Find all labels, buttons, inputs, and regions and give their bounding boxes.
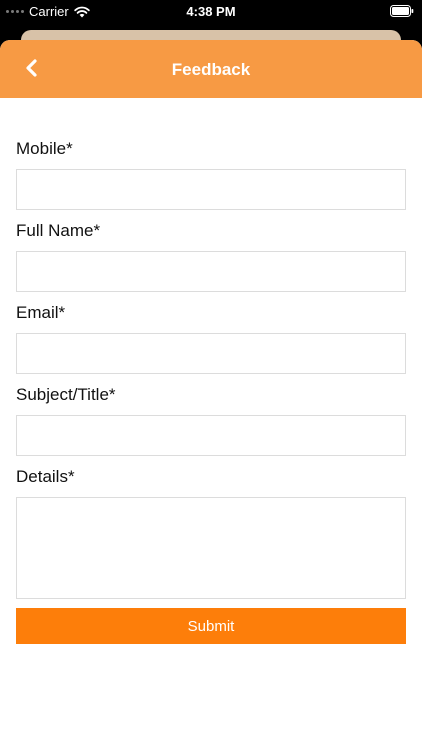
email-label: Email* [16,303,66,322]
details-field[interactable] [16,497,406,599]
feedback-sheet: Feedback Mobile* Full Name* Email* Subje… [0,40,422,750]
full-name-label: Full Name* [16,221,101,240]
details-label: Details* [16,467,75,486]
email-field[interactable] [16,333,406,374]
battery-icon [390,5,414,17]
full-name-field[interactable] [16,251,406,292]
status-bar: Carrier 4:38 PM [0,0,422,24]
navigation-bar: Feedback [0,40,422,98]
status-time: 4:38 PM [186,4,236,19]
mobile-label: Mobile* [16,139,73,158]
app-screen: Carrier 4:38 PM Feedback Mobile* Full Na… [0,0,422,750]
subject-label: Subject/Title* [16,385,116,404]
page-title: Feedback [171,60,251,79]
mobile-field[interactable] [16,169,406,210]
submit-button[interactable]: Submit [16,608,406,644]
feedback-form: Mobile* Full Name* Email* Subject/Title*… [0,98,422,644]
subject-field[interactable] [16,415,406,456]
